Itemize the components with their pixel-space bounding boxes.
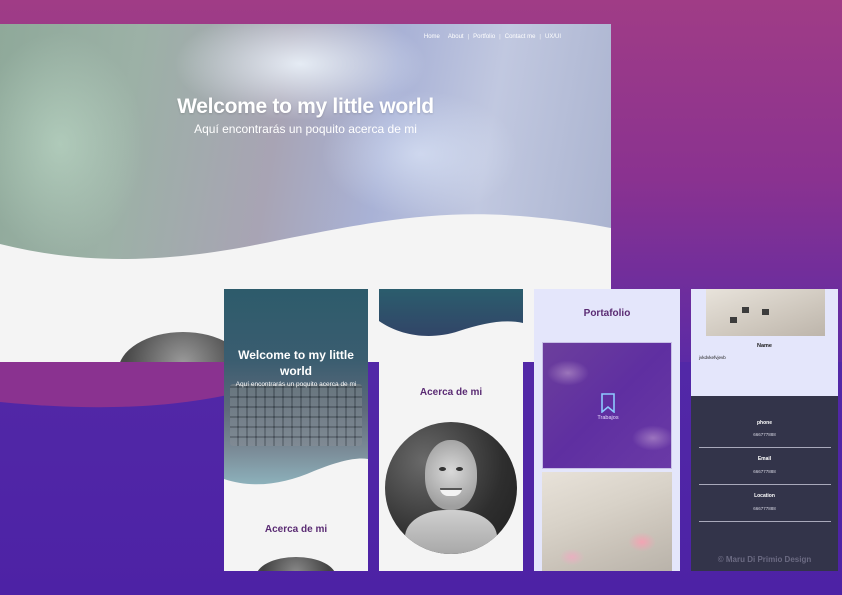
copyright-text: © Maru Di Primio Design xyxy=(717,555,812,564)
photo-eye xyxy=(439,467,446,471)
divider xyxy=(699,521,831,522)
mobile-hero-wave xyxy=(224,458,368,509)
mobile-mockup-home: Welcome to my little world Aquí encontra… xyxy=(224,289,368,571)
mobile-hero-title: Welcome to my little world xyxy=(238,348,354,378)
nav-uxui[interactable]: UX/UI xyxy=(541,34,565,40)
portfolio-card-trabajos[interactable]: Trabajos xyxy=(542,342,672,469)
contact-image xyxy=(706,289,825,336)
mobile-hero-wave xyxy=(379,321,523,359)
nav-separator: | xyxy=(539,34,541,40)
background-wave xyxy=(0,362,240,408)
photo-detail xyxy=(762,309,769,315)
desktop-nav: Home About | Portfolio | Contact me | UX… xyxy=(420,34,565,40)
desktop-hero-title: Welcome to my little world xyxy=(177,95,434,118)
mobile-mockup-contact: Name jvkdvkefvjevb phone 666777888 Email… xyxy=(691,289,838,571)
email-label: Email xyxy=(757,456,772,462)
mobile-hero-subtitle: Aquí encontrarás un poquito acerca de mi xyxy=(235,381,357,388)
nav-home[interactable]: Home xyxy=(420,34,444,40)
divider xyxy=(699,484,831,485)
email-value: 666777888 xyxy=(753,469,776,474)
photo-detail xyxy=(742,307,749,313)
name-label: Name xyxy=(757,343,772,349)
nav-about[interactable]: About xyxy=(444,34,468,40)
nav-portfolio[interactable]: Portfolio xyxy=(469,34,499,40)
laptop-keyboard-image xyxy=(230,384,362,446)
divider xyxy=(699,447,831,448)
section-title-about: Acerca de mi xyxy=(419,387,483,398)
photo-body xyxy=(405,510,497,554)
nav-separator: | xyxy=(499,34,501,40)
profile-photo xyxy=(385,422,517,554)
contact-footer: phone 666777888 Email 666777888 Location… xyxy=(691,396,838,571)
nav-separator: | xyxy=(467,34,470,40)
nav-contact[interactable]: Contact me xyxy=(501,34,540,40)
photo-eye xyxy=(456,467,463,471)
bookmark-icon xyxy=(601,393,615,413)
name-value: jvkdvkefvjevb xyxy=(699,355,726,360)
portfolio-card-label: Trabajos xyxy=(597,415,619,421)
phone-label: phone xyxy=(757,420,772,426)
mobile-mockup-about: Acerca de mi xyxy=(379,289,523,571)
section-title-portfolio: Portafolio xyxy=(583,308,631,319)
portfolio-card-image[interactable] xyxy=(542,472,672,571)
photo-face xyxy=(425,440,477,510)
phone-value: 666777888 xyxy=(753,432,776,437)
mobile-mockup-portfolio: Portafolio Trabajos xyxy=(534,289,680,571)
desktop-hero-subtitle: Aquí encontrarás un poquito acerca de mi xyxy=(194,122,417,136)
photo-detail xyxy=(730,317,737,323)
profile-photo xyxy=(256,557,336,571)
location-value: 666777888 xyxy=(753,506,776,511)
section-title-about: Acerca de mi xyxy=(264,524,328,535)
location-label: Location xyxy=(754,493,775,499)
